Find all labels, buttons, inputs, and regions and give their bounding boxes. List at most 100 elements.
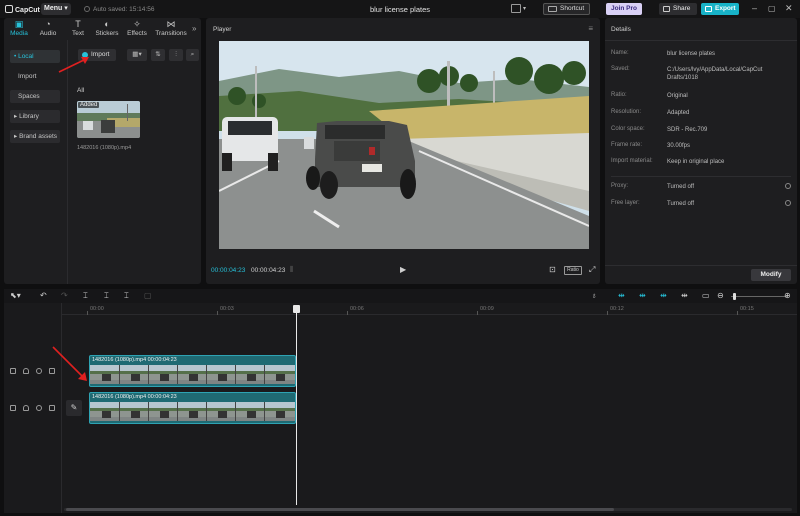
zoom-slider-track[interactable]	[731, 296, 787, 297]
play-icon[interactable]: ▶	[400, 265, 406, 274]
timeline-toolbar: ⬉▾ ↶ ↷ ⌶ ⌶ ⌶ ▢ ♁ ⇹ ⇹ ⇹ ⇹ ▭ ⊖ ⊕	[4, 289, 797, 303]
auto-snap-icon[interactable]: ⇹	[639, 290, 646, 302]
fullscreen-icon[interactable]: ⤢	[589, 265, 595, 275]
track1-cover-icon[interactable]	[10, 368, 16, 374]
video-frame	[219, 41, 589, 249]
preview-axis-icon[interactable]: ⇹	[681, 290, 688, 302]
free-layer-info-icon[interactable]	[785, 200, 791, 206]
filter-icon[interactable]: ⫶	[169, 49, 183, 61]
menu-label: Menu	[44, 5, 63, 12]
modify-button[interactable]: Modify	[751, 269, 791, 281]
ratio-button[interactable]: Ratio	[564, 266, 582, 275]
detail-value-frame-rate: 30.00fps	[667, 143, 691, 149]
title-bar: CapCut Menu ▾ Auto saved: 15:14:56 blur …	[0, 0, 800, 18]
caption-icon[interactable]: ▭	[702, 290, 710, 302]
sidebar-item-spaces[interactable]: Spaces	[10, 90, 60, 103]
timeline-clip-2[interactable]: 1482016 (1080p).mp4 00:00:04:23	[89, 392, 296, 424]
redo-icon[interactable]: ↷	[61, 290, 68, 302]
media-panel: ▣ Media ◔ Audio T Text ◐ Stickers ✧ Effects ⋈…	[4, 18, 201, 284]
timeline-ruler[interactable]: 00:00 00:03 00:06 00:09 00:12 00:15	[62, 303, 797, 315]
menu-button[interactable]: Menu ▾	[41, 3, 71, 15]
timeline: 00:00 00:03 00:06 00:09 00:12 00:15 1482…	[4, 303, 797, 513]
export-icon	[705, 6, 712, 12]
more-tabs-icon[interactable]: »	[192, 24, 196, 33]
ruler-tick	[477, 311, 478, 315]
track1-lock-icon[interactable]	[23, 368, 29, 374]
split-right-icon[interactable]: ⌶	[124, 290, 129, 302]
tab-text[interactable]: T Text	[63, 19, 93, 37]
sidebar-item-local[interactable]: • Local	[10, 50, 60, 63]
select-tool-icon[interactable]: ⬉▾	[10, 290, 21, 302]
track2-visibility-icon[interactable]	[36, 405, 42, 411]
export-button[interactable]: Export	[701, 3, 739, 15]
timeline-scrollbar-thumb[interactable]	[66, 508, 614, 511]
video-preview[interactable]	[219, 41, 589, 249]
tab-effects[interactable]: ✧ Effects	[122, 19, 152, 37]
close-icon[interactable]: ✕	[785, 4, 793, 13]
track1-audio-icon[interactable]	[49, 368, 55, 374]
share-label: Share	[673, 5, 691, 12]
minimize-icon[interactable]: –	[752, 4, 757, 13]
detail-key-free-layer: Free layer:	[611, 200, 640, 206]
detail-key-name: Name:	[611, 50, 629, 56]
join-pro-button[interactable]: Join Pro	[606, 3, 642, 15]
sort-icon[interactable]: ⇅	[151, 49, 165, 61]
import-button[interactable]: Import	[78, 49, 116, 61]
sidebar-item-import[interactable]: Import	[10, 70, 60, 83]
import-plus-icon	[82, 52, 88, 58]
delete-icon[interactable]: ▢	[144, 290, 152, 302]
playhead[interactable]	[296, 309, 297, 505]
ruler-tick	[737, 311, 738, 315]
search-icon[interactable]: ⌕	[186, 49, 199, 61]
proxy-info-icon[interactable]	[785, 183, 791, 189]
details-panel: Details Name: blur license plates Saved:…	[605, 18, 797, 284]
media-side-nav: • Local Import Spaces ▸ Library ▸ Brand …	[4, 40, 68, 284]
ruler-tick	[87, 311, 88, 315]
main-track-magnet-icon[interactable]: ⇹	[618, 290, 625, 302]
track1-visibility-icon[interactable]	[36, 368, 42, 374]
text-icon: T	[75, 19, 81, 29]
track2-lock-icon[interactable]	[23, 405, 29, 411]
timeline-clip-1[interactable]: 1482016 (1080p).mp4 00:00:04:23	[89, 355, 296, 387]
detail-key-resolution: Resolution:	[611, 109, 642, 115]
autosave-text: Auto saved: 15:14:56	[93, 6, 155, 13]
all-filter-label[interactable]: All	[77, 87, 84, 94]
tab-transitions[interactable]: ⋈ Transitions	[154, 19, 188, 37]
ruler-tick	[347, 311, 348, 315]
tab-media[interactable]: ▣ Media	[4, 19, 34, 37]
grid-view-icon[interactable]: ▦▾	[127, 49, 147, 61]
microphone-icon[interactable]: ♁	[591, 290, 597, 302]
import-label: Import	[91, 51, 110, 58]
details-title: Details	[611, 26, 631, 33]
sidebar-item-brand-assets[interactable]: ▸ Brand assets	[10, 130, 60, 143]
maximize-icon[interactable]: ▢	[768, 4, 776, 13]
ruler-label: 00:06	[350, 306, 364, 312]
fit-screen-icon[interactable]: ⊡	[549, 265, 556, 274]
zoom-out-icon[interactable]: ⊖	[717, 290, 724, 302]
app-logo: CapCut	[5, 5, 40, 14]
player-menu-icon[interactable]: ≡	[588, 24, 593, 33]
sidebar-item-library[interactable]: ▸ Library	[10, 110, 60, 123]
track2-cover-icon[interactable]	[10, 405, 16, 411]
split-icon[interactable]: ⌶	[83, 290, 88, 302]
zoom-in-icon[interactable]: ⊕	[784, 290, 791, 302]
shortcut-button[interactable]: Shortcut	[543, 3, 590, 15]
ruler-label: 00:03	[220, 306, 234, 312]
timecode-grid-icon[interactable]: ⦀	[290, 265, 294, 275]
split-left-icon[interactable]: ⌶	[104, 290, 109, 302]
detail-key-import-material: Import material:	[611, 158, 653, 164]
detail-value-free-layer: Turned off	[667, 201, 695, 207]
zoom-slider-handle[interactable]	[733, 293, 736, 300]
edit-track-icon[interactable]: ✎	[66, 400, 82, 416]
track2-audio-icon[interactable]	[49, 405, 55, 411]
tab-stickers[interactable]: ◐ Stickers	[92, 19, 122, 37]
undo-icon[interactable]: ↶	[40, 290, 47, 302]
linkage-icon[interactable]: ⇹	[660, 290, 667, 302]
media-thumbnail[interactable]: Added	[77, 101, 140, 138]
tab-audio[interactable]: ◔ Audio	[33, 19, 63, 37]
layout-dropdown-icon[interactable]: ▾	[523, 5, 526, 14]
layout-icon[interactable]	[511, 4, 521, 13]
transitions-icon: ⋈	[166, 19, 176, 29]
share-button[interactable]: Share	[659, 3, 697, 15]
clip-2-label: 1482016 (1080p).mp4 00:00:04:23	[92, 394, 177, 400]
